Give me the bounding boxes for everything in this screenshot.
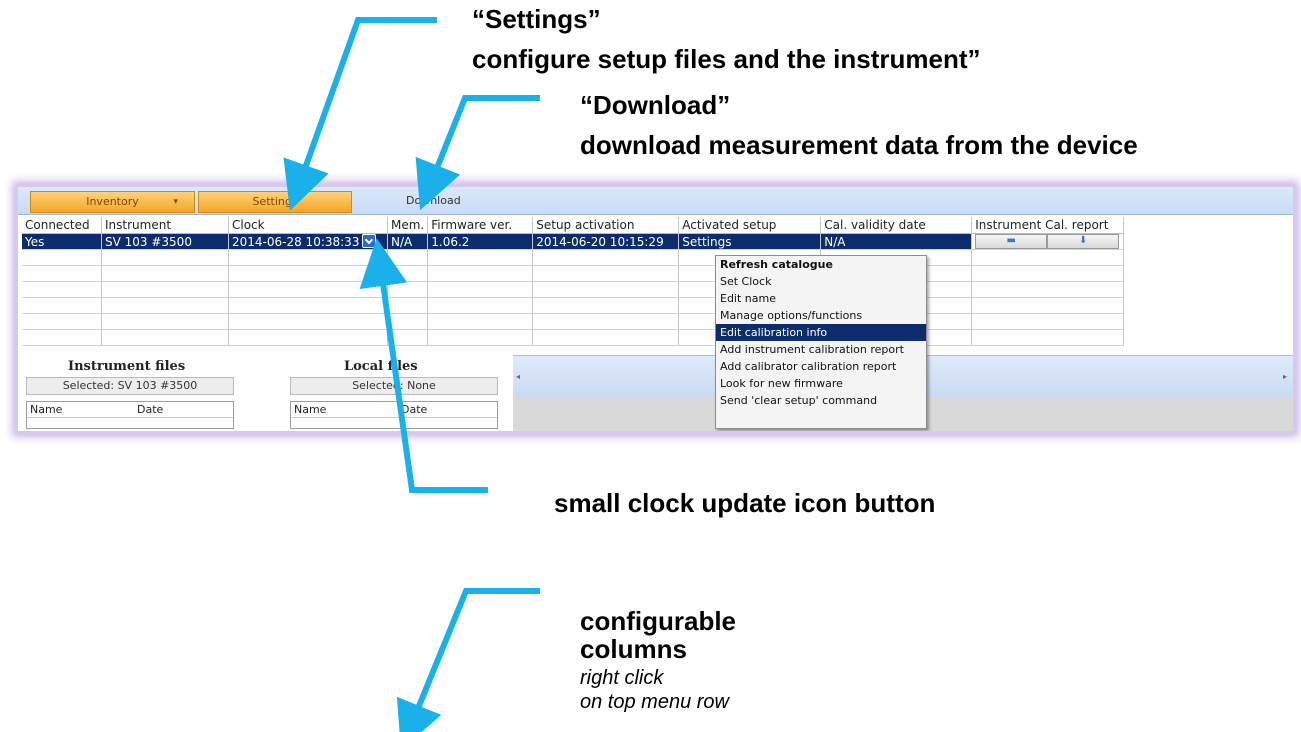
clock-arrow: [359, 238, 488, 493]
settings-arrow: [283, 17, 437, 211]
download-arrow: [415, 95, 540, 211]
columns-arrow: [396, 588, 540, 732]
callout-arrows: [283, 17, 540, 732]
